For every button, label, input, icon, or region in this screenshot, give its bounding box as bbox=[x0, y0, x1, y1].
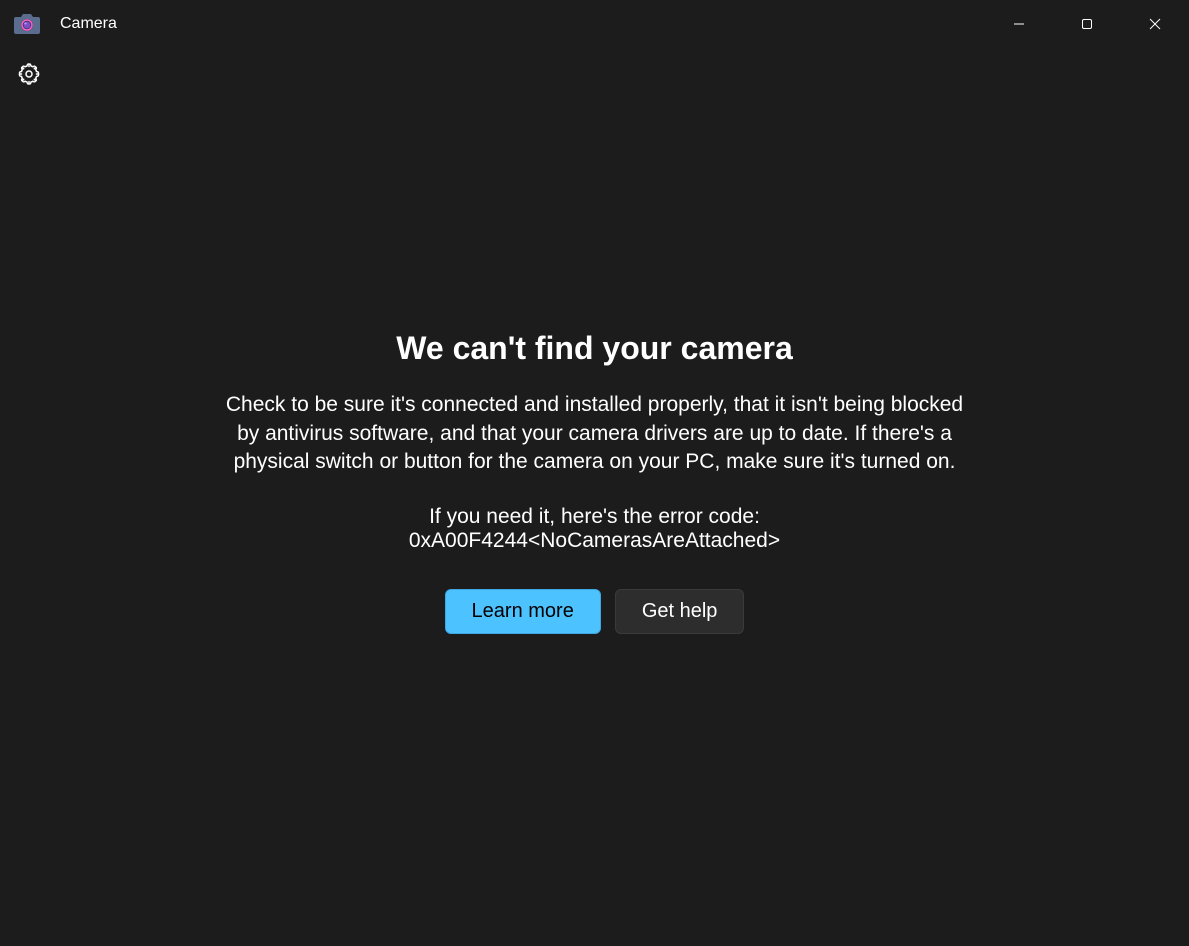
error-content: We can't find your camera Check to be su… bbox=[0, 18, 1189, 946]
learn-more-button[interactable]: Learn more bbox=[445, 589, 601, 634]
error-description: Check to be sure it's connected and inst… bbox=[215, 391, 975, 476]
error-heading: We can't find your camera bbox=[396, 330, 792, 367]
error-code: 0xA00F4244<NoCamerasAreAttached> bbox=[409, 529, 780, 553]
get-help-button[interactable]: Get help bbox=[615, 589, 745, 634]
button-row: Learn more Get help bbox=[445, 589, 745, 634]
error-code-intro: If you need it, here's the error code: bbox=[429, 505, 760, 529]
